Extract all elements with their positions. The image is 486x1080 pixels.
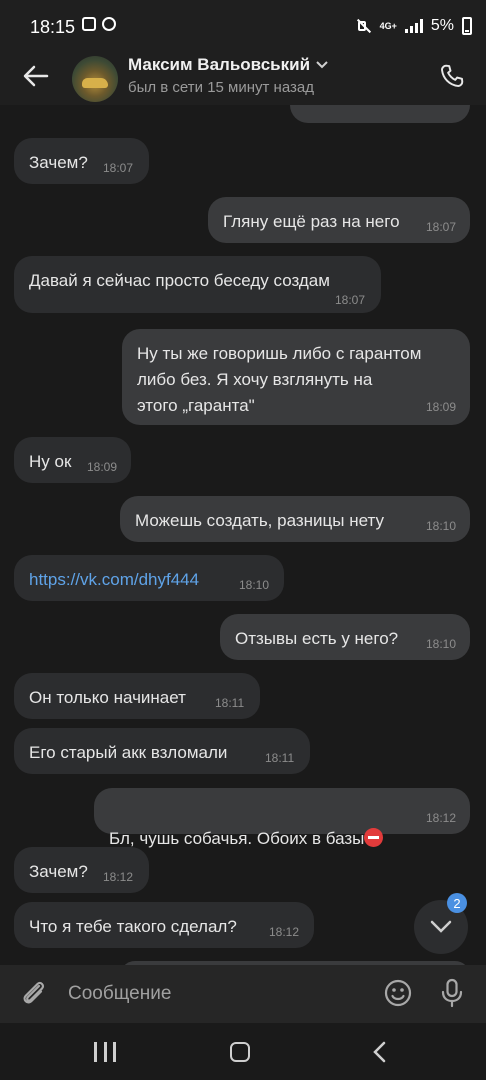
call-button[interactable]	[434, 58, 470, 94]
chevron-down-icon	[316, 61, 328, 69]
message-bubble[interactable]: Давай я сейчас просто беседу создам 18:0…	[14, 256, 381, 313]
message-text: Зачем?	[29, 862, 88, 881]
battery-icon	[462, 17, 472, 35]
chat-header: Максим Вальовський был в сети 15 минут н…	[0, 52, 486, 105]
message-bubble[interactable]: Он только начинает 18:11	[14, 673, 260, 719]
message-time: 18:07	[335, 293, 366, 307]
message-list[interactable]: Зачем? 18:07 Гляну ещё раз на него 18:07…	[0, 105, 486, 965]
battery-percent: 5%	[430, 17, 454, 34]
message-text: Гляну ещё раз на него	[223, 212, 400, 231]
contact-name-button[interactable]: Максим Вальовський	[128, 55, 328, 75]
mic-button[interactable]	[436, 977, 468, 1009]
message-time: 18:11	[265, 751, 295, 765]
message-time: 18:10	[239, 578, 270, 592]
message-text: Можешь создать, разницы нету	[135, 511, 384, 530]
message-time: 18:07	[103, 161, 134, 175]
composer	[0, 965, 486, 1023]
message-bubble[interactable]: https://vk.com/dhyf444 18:10	[14, 555, 284, 601]
arrow-left-icon	[23, 65, 49, 87]
message-text: Отзывы есть у него?	[235, 629, 399, 648]
status-bar: 18:15 4G+ 5%	[0, 0, 486, 52]
contact-status: был в сети 15 минут назад	[128, 79, 314, 96]
no-entry-emoji-icon	[364, 828, 384, 847]
message-bubble[interactable]: Его старый акк взломали 18:11	[14, 728, 310, 774]
message-bubble[interactable]: Гляну ещё раз на него 18:07	[208, 197, 470, 243]
paperclip-icon	[23, 981, 45, 1004]
message-bubble-partial	[290, 105, 470, 123]
message-bubble[interactable]: Зачем? 18:07	[14, 138, 149, 184]
message-text: Что я тебе такого сделал?	[29, 917, 237, 936]
message-time: 18:09	[87, 460, 118, 474]
recent-apps-button[interactable]	[94, 1042, 116, 1062]
message-text: Давай я сейчас просто беседу создам	[29, 271, 330, 290]
message-bubble[interactable]: Зачем? 18:12	[14, 847, 149, 893]
smiley-icon	[384, 979, 412, 1007]
chevron-down-icon	[430, 920, 452, 933]
message-bubble[interactable]: Что я тебе такого сделал? 18:12	[14, 902, 314, 948]
message-time: 18:10	[426, 519, 457, 533]
message-bubble[interactable]: Отзывы есть у него? 18:10	[220, 614, 470, 660]
signal-icon	[404, 19, 423, 33]
message-text: Бл, чушь собачья. Обоих в базы	[109, 829, 365, 848]
message-link[interactable]: https://vk.com/dhyf444	[29, 567, 199, 593]
chevron-left-icon	[373, 1041, 386, 1063]
home-button[interactable]	[230, 1042, 250, 1062]
message-time: 18:07	[426, 220, 457, 234]
message-time: 18:11	[215, 696, 245, 710]
sync-notification-icon	[102, 17, 116, 31]
message-text: Ну ок	[29, 452, 72, 471]
emoji-button[interactable]	[382, 977, 414, 1009]
system-navbar	[0, 1023, 486, 1080]
message-text: Его старый акк взломали	[29, 743, 228, 762]
message-input[interactable]	[68, 981, 358, 1007]
message-time: 18:10	[426, 637, 457, 651]
contact-name: Максим Вальовський	[128, 55, 311, 74]
mute-icon	[356, 18, 372, 34]
network-type: 4G+	[379, 20, 397, 31]
message-bubble[interactable]: Ну ок 18:09	[14, 437, 131, 483]
message-bubble[interactable]: Ну ты же говоришь либо с гарантом либо б…	[122, 329, 470, 425]
message-text: Ну ты же говоришь либо с гарантом либо б…	[137, 344, 422, 415]
back-button[interactable]	[18, 58, 54, 94]
unread-badge: 2	[447, 893, 467, 913]
message-time: 18:09	[426, 400, 457, 414]
gallery-notification-icon	[82, 17, 96, 31]
message-time: 18:12	[103, 870, 134, 884]
system-back-button[interactable]	[370, 1041, 390, 1063]
message-time: 18:12	[426, 811, 457, 825]
message-bubble[interactable]: Можешь создать, разницы нету 18:10	[120, 496, 470, 542]
microphone-icon	[441, 978, 463, 1008]
avatar[interactable]	[72, 56, 118, 102]
message-bubble[interactable]: Бл, чушь собачья. Обоих в базы 18:12	[94, 788, 470, 848]
attach-button[interactable]	[18, 977, 50, 1009]
message-text: Зачем?	[29, 153, 88, 172]
phone-icon	[441, 64, 464, 87]
message-time: 18:12	[269, 925, 300, 939]
message-text: Он только начинает	[29, 688, 186, 707]
status-time: 18:15	[30, 17, 76, 37]
